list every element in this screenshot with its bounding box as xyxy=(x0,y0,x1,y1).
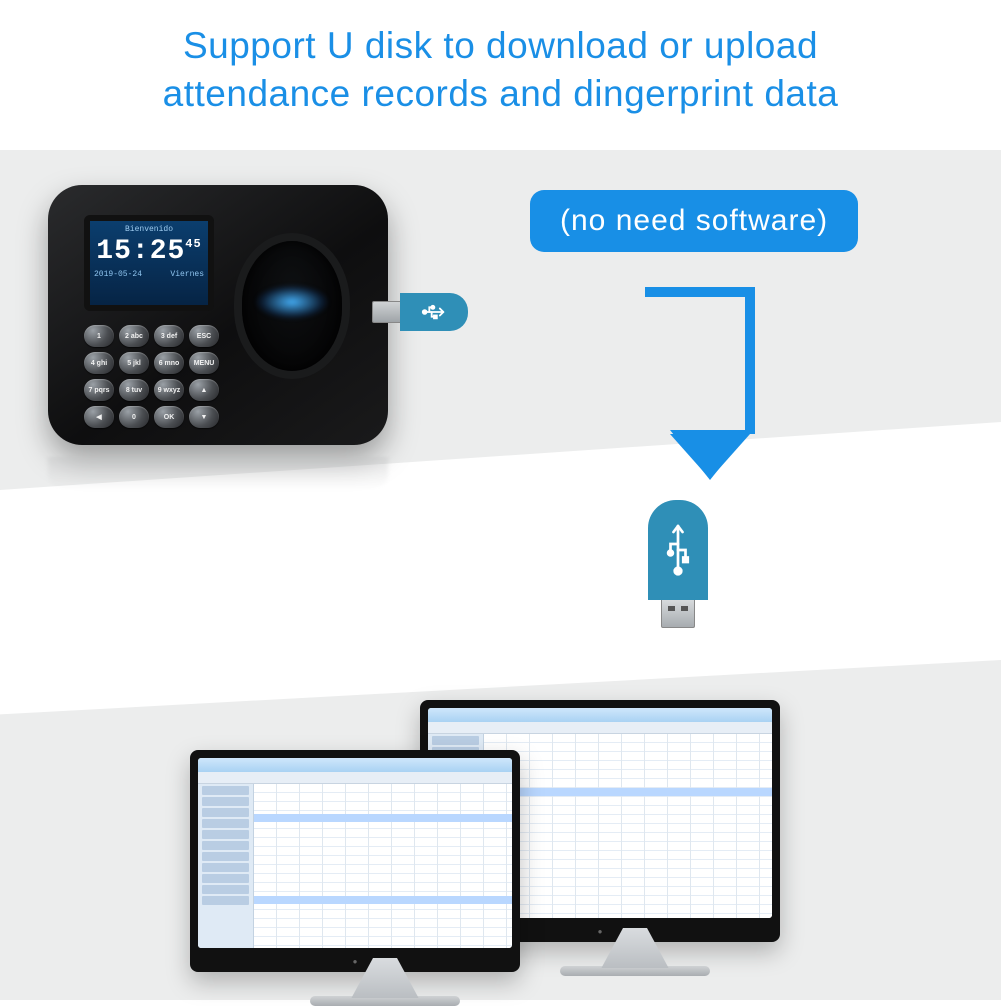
usb-body xyxy=(400,293,468,331)
usb-plug-v xyxy=(661,600,695,628)
key-2: 2 abc xyxy=(119,325,149,347)
key-9: 9 wxyz xyxy=(154,379,184,401)
key-esc: ESC xyxy=(189,325,219,347)
key-ok: OK xyxy=(154,406,184,428)
device-keypad: 1 2 abc 3 def ESC 4 ghi 5 jkl 6 mno MENU… xyxy=(84,325,219,428)
key-left: ◀ xyxy=(84,406,114,428)
headline-line-1: Support U disk to download or upload xyxy=(40,22,961,70)
screen-time: 15:2545 xyxy=(90,238,208,266)
no-software-badge: (no need software) xyxy=(530,190,858,252)
device-screen: Bienvenido 15:2545 2019-05-24 Viernes xyxy=(84,215,214,311)
key-1: 1 xyxy=(84,325,114,347)
key-down: ▼ xyxy=(189,406,219,428)
key-7: 7 pqrs xyxy=(84,379,114,401)
fingerprint-attendance-device: Bienvenido 15:2545 2019-05-24 Viernes 1 … xyxy=(48,185,388,445)
fingerprint-sensor xyxy=(242,241,342,371)
usb-plug xyxy=(372,301,400,323)
screen-welcome-text: Bienvenido xyxy=(90,225,208,234)
key-3: 3 def xyxy=(154,325,184,347)
screen-date: 2019-05-24 xyxy=(94,270,142,279)
usb-icon xyxy=(420,298,448,326)
monitor-front: ● xyxy=(190,750,520,972)
headline: Support U disk to download or upload att… xyxy=(0,0,1001,118)
spreadsheet-screen-front xyxy=(198,758,512,948)
usb-body-v xyxy=(648,500,708,600)
screen-day: Viernes xyxy=(170,270,204,279)
usb-drive-in-device xyxy=(372,293,468,331)
key-4: 4 ghi xyxy=(84,352,114,374)
usb-icon xyxy=(660,520,696,580)
flow-arrow-icon xyxy=(640,284,780,484)
usb-drive-standalone xyxy=(648,500,708,628)
screen-time-main: 15:25 xyxy=(96,236,185,267)
screen-time-seconds: 45 xyxy=(185,237,201,251)
key-8: 8 tuv xyxy=(119,379,149,401)
key-menu: MENU xyxy=(189,352,219,374)
key-0: 0 xyxy=(119,406,149,428)
key-5: 5 jkl xyxy=(119,352,149,374)
computer-monitors: ● ● xyxy=(190,700,810,990)
key-up: ▲ xyxy=(189,379,219,401)
headline-line-2: attendance records and dingerprint data xyxy=(40,70,961,118)
key-6: 6 mno xyxy=(154,352,184,374)
